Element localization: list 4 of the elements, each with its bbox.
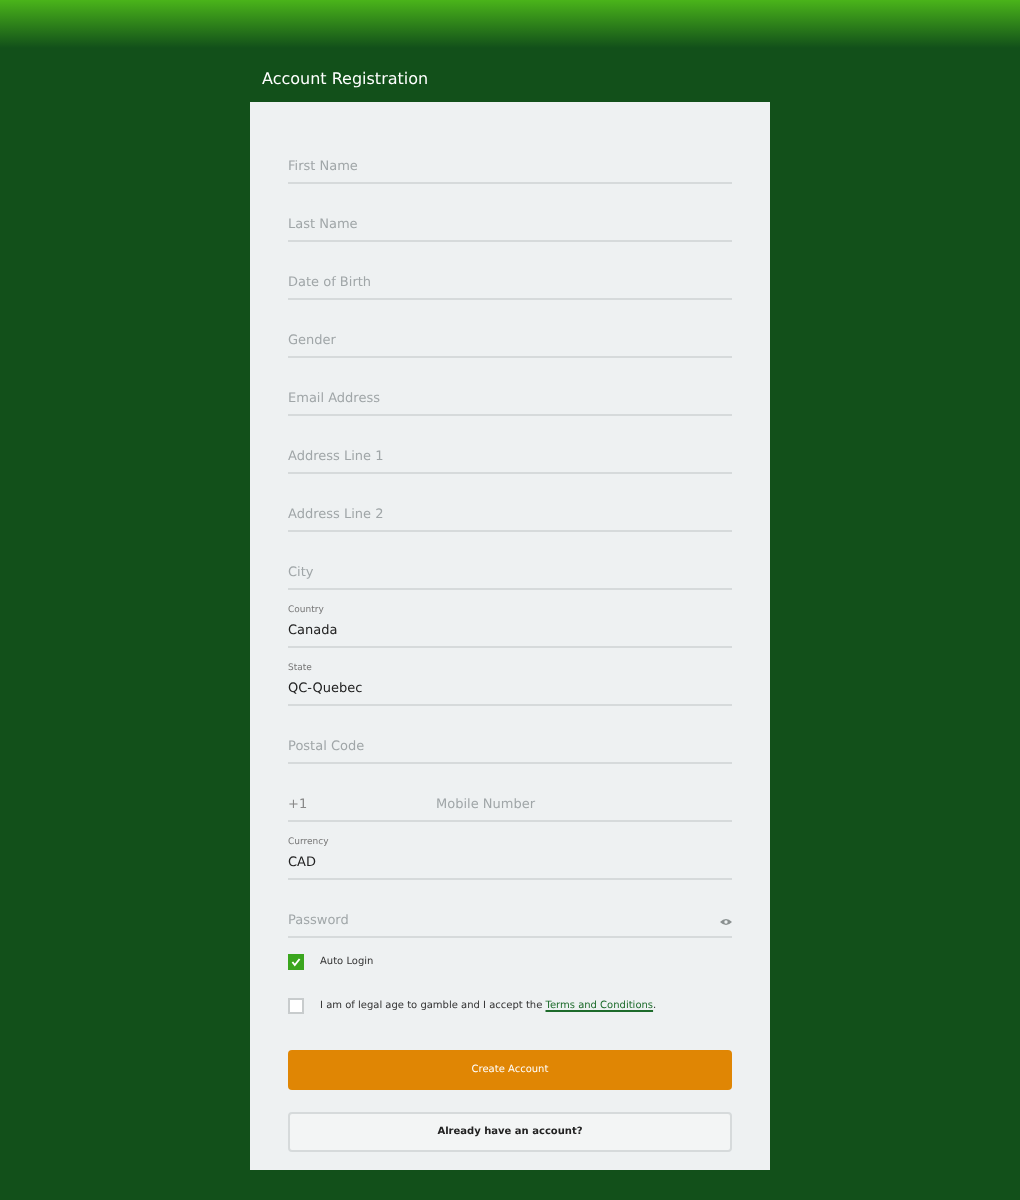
checkbox[interactable]	[288, 953, 304, 969]
eye-icon[interactable]	[720, 918, 732, 926]
checkbox[interactable]	[288, 997, 304, 1013]
page-title: Account Registration	[260, 68, 431, 92]
